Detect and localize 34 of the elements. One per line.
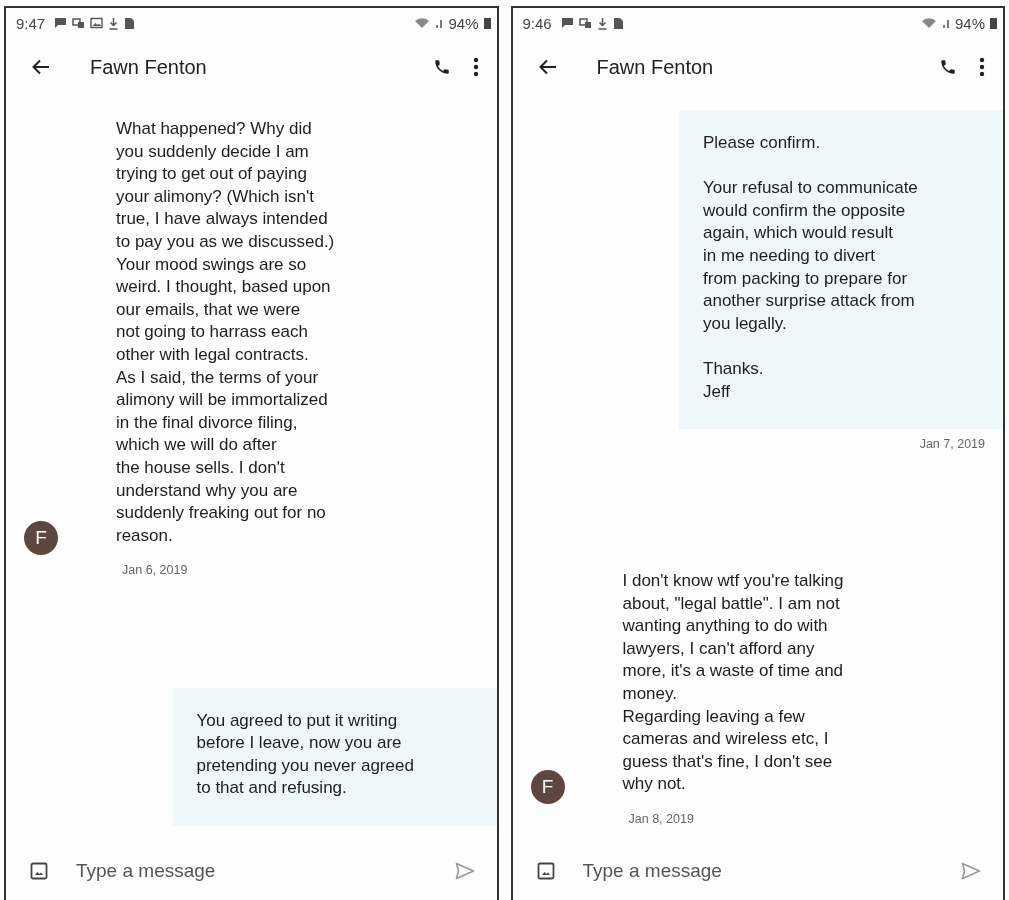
- sent-message: You agreed to put it writing before I leave, now you are pretending you never agreed to that and refusing.: [172, 687, 497, 826]
- wifi-icon: [920, 17, 937, 29]
- sent-message: Please confirm. Your refusal to communicate would confirm the opposite again, which would result in me needing to divert from packing to prepare for another surprise attack from you legally. Thanks. Jeff: [679, 110, 1003, 430]
- screens-icon: [578, 17, 592, 29]
- message-input[interactable]: Type a message: [580, 859, 921, 883]
- image-icon: [90, 17, 104, 29]
- battery-icon: [990, 17, 997, 29]
- chat-icon: [560, 17, 574, 29]
- contact-name: Fawn Fenton: [596, 55, 715, 79]
- battery-icon: [483, 17, 491, 29]
- more-options-icon[interactable]: [472, 57, 479, 77]
- screens-icon: [72, 17, 86, 29]
- message-date: Jan 8, 2019: [628, 812, 694, 826]
- sim-card-icon: [612, 16, 624, 30]
- download-icon: [596, 16, 608, 30]
- message-date: Jan 7, 2019: [919, 437, 985, 452]
- chat-icon: [54, 17, 68, 29]
- message-input[interactable]: Type a message: [74, 859, 415, 883]
- contact-avatar[interactable]: F: [530, 770, 565, 804]
- sim-card-icon: [124, 16, 136, 30]
- wifi-icon: [414, 17, 431, 29]
- message-date: Jan 6, 2019: [122, 563, 188, 578]
- signal-icon: [435, 17, 444, 29]
- more-options-icon[interactable]: [979, 57, 985, 77]
- battery-percent: 94%: [448, 14, 479, 32]
- signal-icon: [941, 17, 950, 29]
- contact-avatar[interactable]: F: [24, 521, 58, 556]
- received-message: What happened? Why did you suddenly decide I am trying to get out of paying your alimony? (Which isn't true, I have always intended to pay you as we discussed.) Your mood swings are so weird. I thought, based upon our emails, that we were not going to harrass each other with legal contracts. As I said, the terms of your alimony will be immortalized in the final divorce filing, which we will do after the house sells. I don't understand why you are suddenly freaking out for no reason.: [116, 118, 335, 547]
- status-time: 9:46: [522, 14, 552, 32]
- download-icon: [108, 16, 120, 30]
- received-message: I don't know wtf you're talking about, "legal battle". I am not wanting anything to do with lawyers, I can't afford any more, it's a waste of time and money. Regarding leaving a few cameras and wireless etc, I guess that's fine, I don't see why not.: [622, 570, 844, 796]
- status-time: 9:47: [16, 14, 46, 32]
- contact-name: Fawn Fenton: [90, 55, 208, 79]
- battery-percent: 94%: [954, 14, 985, 32]
